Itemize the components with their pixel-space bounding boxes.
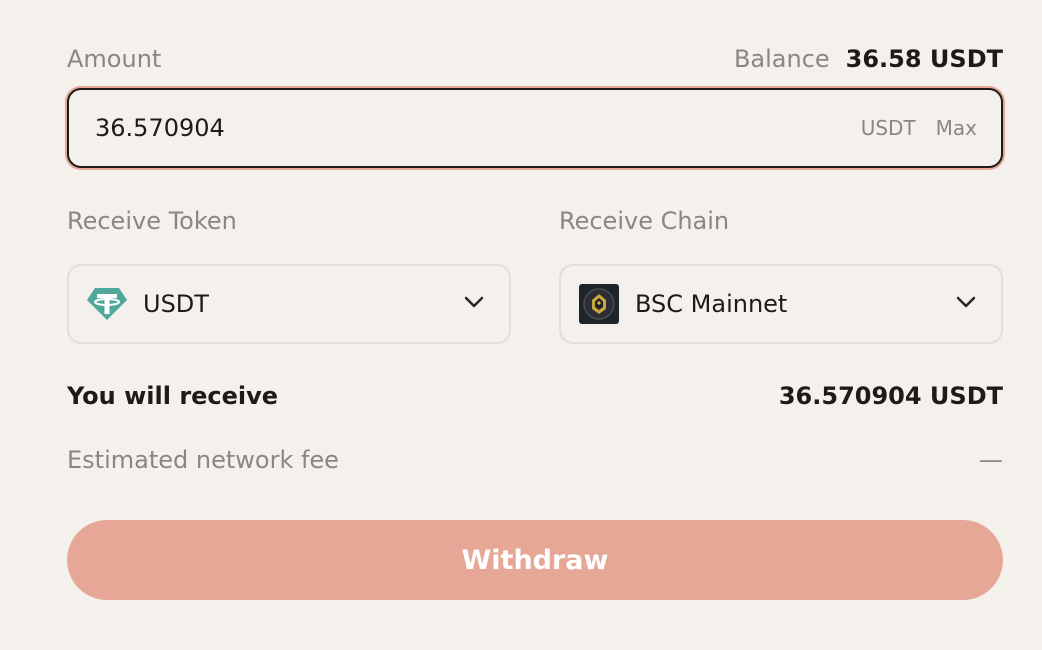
balance-value: 36.58 USDT [845, 45, 1003, 73]
receive-summary-value: 36.570904 USDT [778, 382, 1003, 410]
amount-unit: USDT [860, 116, 916, 140]
receive-token-label: Receive Token [67, 207, 237, 235]
receive-token-select[interactable]: USDT [67, 264, 511, 344]
max-button[interactable]: Max [936, 116, 977, 140]
receive-chain-value: BSC Mainnet [635, 290, 788, 318]
tether-icon [85, 282, 129, 326]
receive-chain-select[interactable]: BSC Mainnet [559, 264, 1003, 344]
amount-header: Amount Balance 36.58 USDT [67, 39, 1003, 79]
receive-chain-label: Receive Chain [559, 207, 730, 235]
receive-token-value: USDT [143, 290, 209, 318]
withdraw-button[interactable]: Withdraw [67, 520, 1003, 600]
amount-suffix: USDT Max [861, 116, 977, 140]
network-fee-value: — [979, 446, 1003, 474]
balance-label: Balance [733, 45, 830, 73]
bnb-chain-icon [577, 282, 621, 326]
amount-input[interactable] [95, 114, 595, 142]
balance-display: Balance 36.58 USDT [734, 45, 1003, 73]
network-fee-label: Estimated network fee [67, 446, 339, 474]
receive-summary-label: You will receive [67, 382, 279, 410]
chevron-down-icon [463, 291, 485, 317]
amount-field[interactable]: USDT Max [67, 88, 1003, 168]
amount-label: Amount [67, 45, 162, 73]
chevron-down-icon [955, 291, 977, 317]
receive-summary-row: You will receive 36.570904 USDT [67, 374, 1003, 418]
network-fee-row: Estimated network fee — [67, 440, 1003, 480]
